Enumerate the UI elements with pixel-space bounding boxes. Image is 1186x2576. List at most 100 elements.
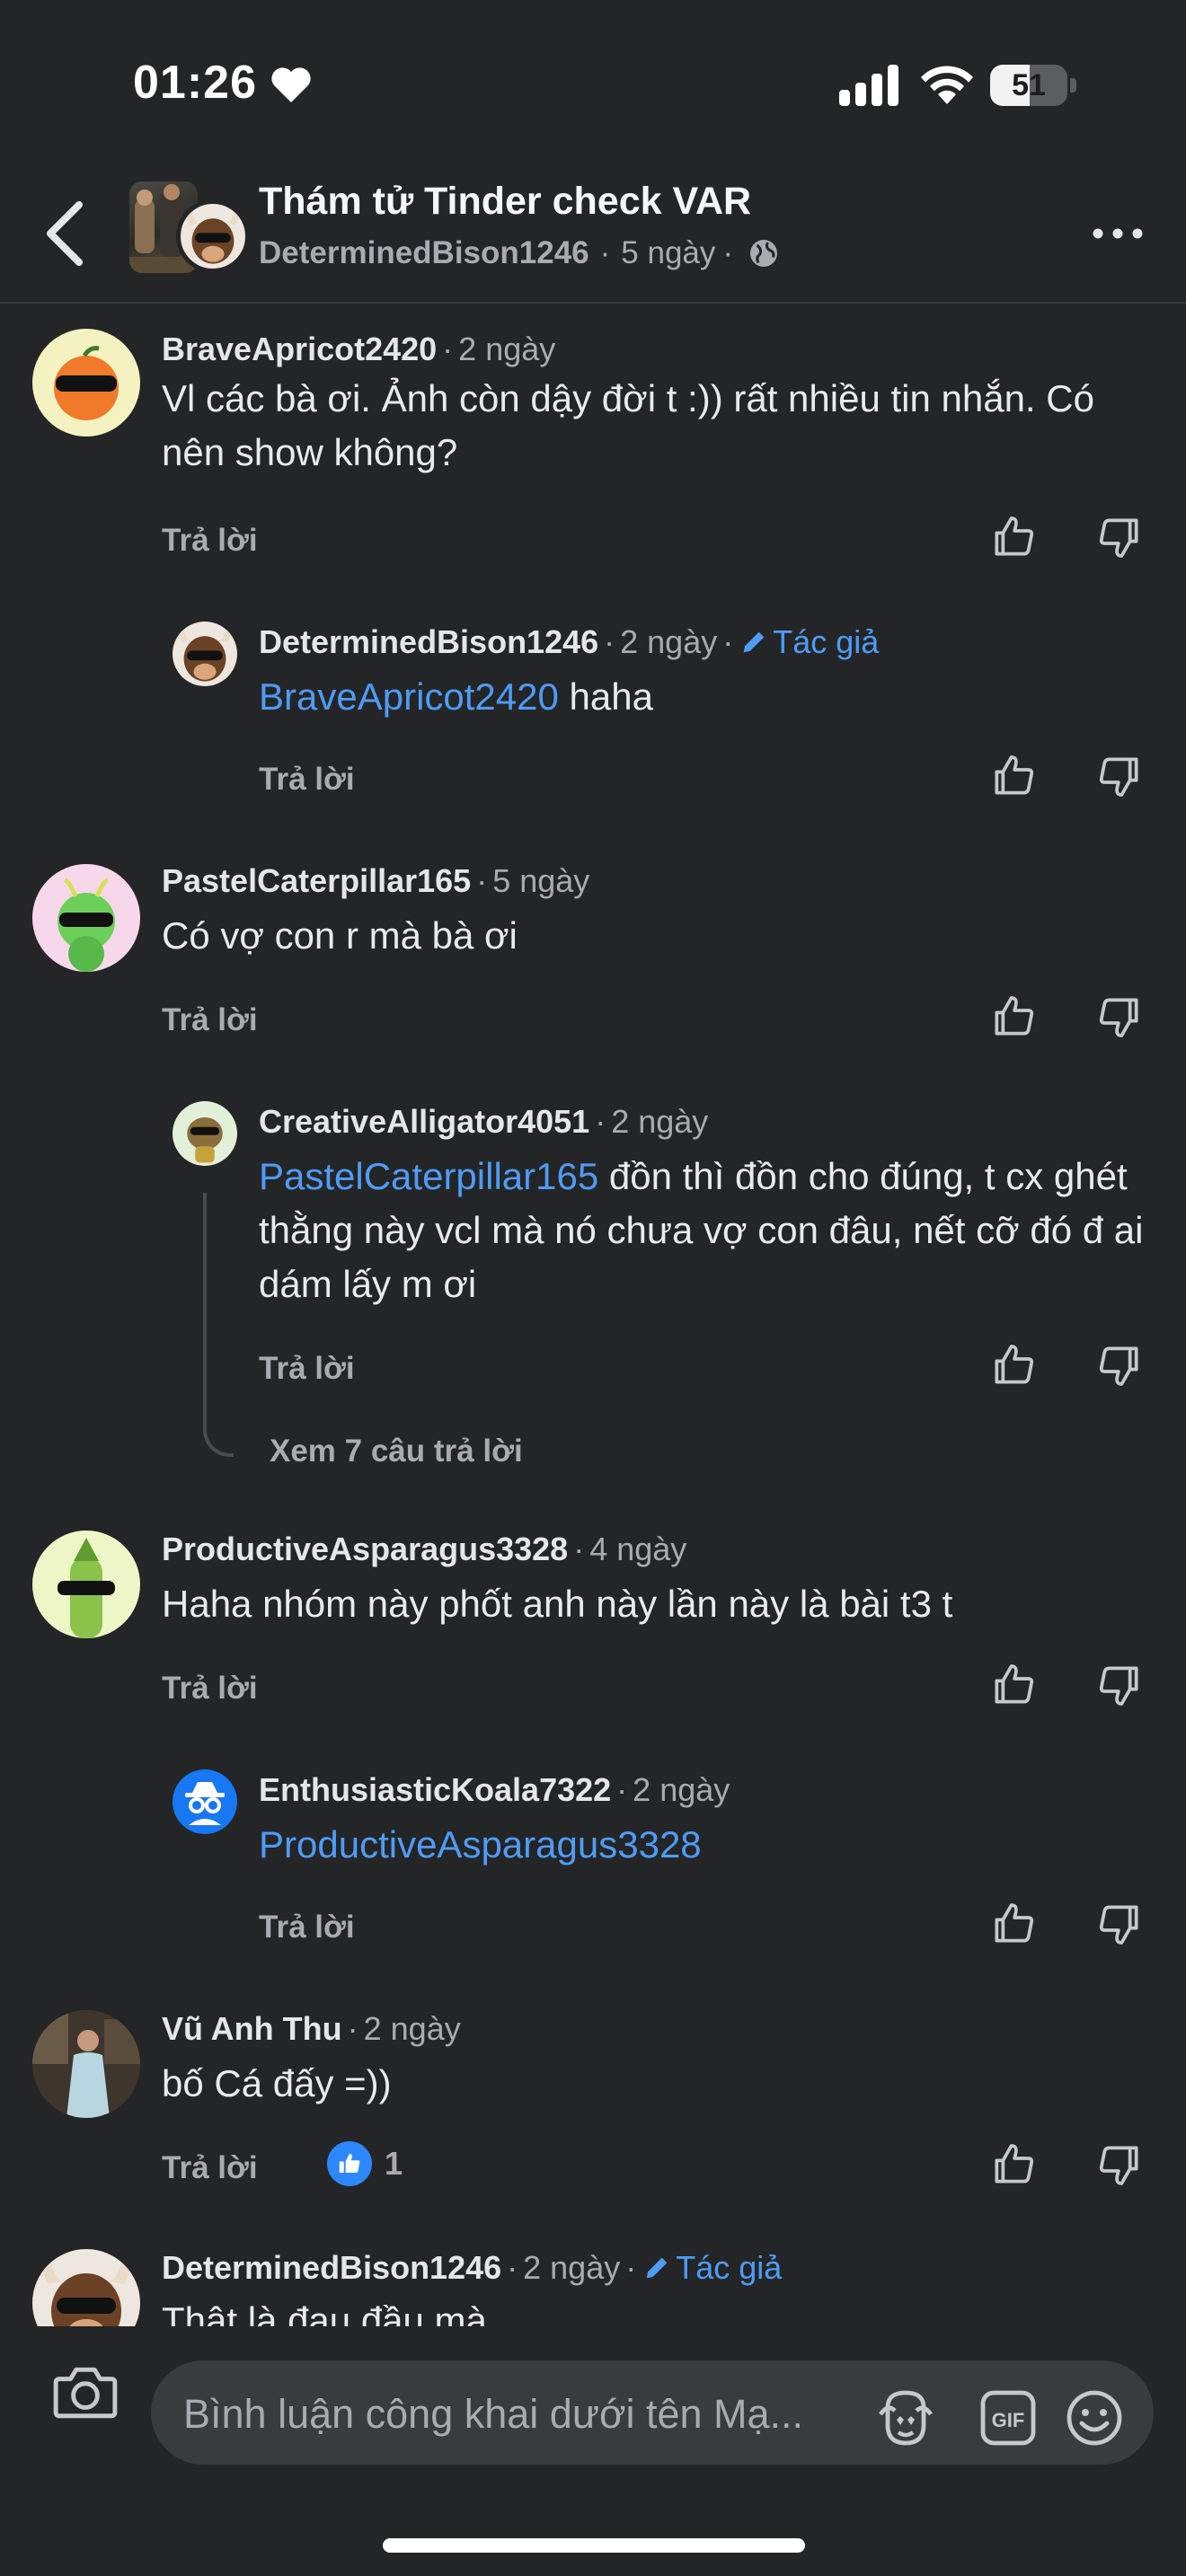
downvote-icon[interactable] <box>1094 1660 1145 1710</box>
reply-button[interactable]: Trả lời <box>259 762 355 798</box>
downvote-icon[interactable] <box>1094 2139 1145 2190</box>
comment-input[interactable]: Bình luận công khai dưới tên Mạ... GIF <box>151 2360 1154 2465</box>
post-author[interactable]: DeterminedBison1246 <box>259 235 589 271</box>
view-more-replies[interactable]: Xem 7 câu trả lời <box>270 1434 523 1469</box>
upvote-icon[interactable] <box>988 751 1039 801</box>
comment-meta: PastelCaterpillar165 · 5 ngày <box>162 862 590 900</box>
comment-meta: Vũ Anh Thu · 2 ngày <box>162 2010 461 2048</box>
user-photo-avatar <box>32 2010 140 2118</box>
comment-age: 2 ngày <box>458 331 556 367</box>
comment-age: 5 ngày <box>492 862 590 899</box>
cellular-signal-icon <box>839 65 898 106</box>
apricot-avatar-icon <box>54 346 119 420</box>
comment-meta: CreativeAlligator4051 · 2 ngày <box>259 1103 709 1141</box>
commenter-name[interactable]: ProductiveAsparagus3328 <box>162 1531 568 1568</box>
like-count: 1 <box>385 2145 403 2182</box>
comment-meta: BraveApricot2420 · 2 ngày <box>162 331 556 368</box>
avatar[interactable] <box>32 1531 140 1638</box>
svg-text:GIF: GIF <box>992 2409 1025 2431</box>
avatar[interactable] <box>32 864 140 972</box>
commenter-name[interactable]: CreativeAlligator4051 <box>259 1103 589 1141</box>
comment-age: 2 ngày <box>633 1771 730 1808</box>
group-avatar[interactable] <box>129 176 250 282</box>
comment-meta: DeterminedBison1246 · 2 ngày · Tác giả <box>259 623 880 661</box>
emoji-icon[interactable] <box>1062 2386 1127 2450</box>
commenter-name[interactable]: DeterminedBison1246 <box>259 623 598 661</box>
status-time: 01:26 <box>133 57 257 109</box>
comment-meta: DeterminedBison1246 · 2 ngày · Tác giả <box>162 2249 783 2287</box>
commenter-name[interactable]: Vũ Anh Thu <box>162 2010 342 2048</box>
back-arrow-icon[interactable] <box>36 198 93 269</box>
upvote-icon[interactable] <box>988 992 1039 1042</box>
upvote-icon[interactable] <box>988 1340 1039 1390</box>
home-indicator[interactable] <box>383 2538 805 2553</box>
camera-icon[interactable] <box>52 2362 119 2422</box>
gif-icon[interactable]: GIF <box>976 2386 1040 2450</box>
avatar[interactable] <box>32 329 140 437</box>
reply-comment: DeterminedBison1246 · 2 ngày · Tác giả B… <box>0 611 1186 817</box>
comment-text: ProductiveAsparagus3328 <box>259 1818 1139 1872</box>
comment-meta: ProductiveAsparagus3328 · 4 ngày <box>162 1531 687 1568</box>
comment-text: Vl các bà ơi. Ảnh còn dậy đời t :)) rất … <box>162 377 1094 473</box>
comment: Vũ Anh Thu · 2 ngày bố Cá đấy =)) Trả lờ… <box>0 2005 1186 2202</box>
avatar[interactable] <box>32 2010 140 2118</box>
avatar[interactable] <box>173 1101 237 1166</box>
reply-comment: EnthusiasticKoala7322 · 2 ngày Productiv… <box>0 1762 1186 1960</box>
pencil-icon <box>743 631 765 653</box>
comment-age: 2 ngày <box>611 1103 709 1140</box>
asparagus-avatar-icon <box>58 1538 115 1638</box>
commenter-name[interactable]: PastelCaterpillar165 <box>162 862 471 900</box>
reply-button[interactable]: Trả lời <box>162 2150 258 2186</box>
author-badge: Tác giả <box>642 2249 782 2287</box>
mention-link[interactable]: BraveApricot2420 <box>259 675 559 718</box>
reaction-count[interactable]: 1 <box>327 2141 403 2186</box>
comment-composer: Bình luận công khai dưới tên Mạ... GIF <box>0 2326 1186 2465</box>
upvote-icon[interactable] <box>988 512 1039 562</box>
downvote-icon[interactable] <box>1094 512 1145 562</box>
mention-link[interactable]: ProductiveAsparagus3328 <box>259 1823 702 1866</box>
avatar[interactable] <box>32 2249 140 2326</box>
reply-button[interactable]: Trả lời <box>259 1910 355 1945</box>
post-age: 5 ngày <box>621 235 716 270</box>
comment-meta: EnthusiasticKoala7322 · 2 ngày <box>259 1771 730 1809</box>
post-header: Thám tử Tinder check VAR DeterminedBison… <box>0 162 1186 304</box>
downvote-icon[interactable] <box>1094 751 1145 801</box>
upvote-icon[interactable] <box>988 1660 1039 1710</box>
comment-age: 4 ngày <box>589 1531 687 1567</box>
comment-text: Haha nhóm này phốt anh này lần này là bà… <box>162 1583 953 1625</box>
thread-line <box>203 1193 234 1457</box>
commenter-name[interactable]: BraveApricot2420 <box>162 331 437 368</box>
wifi-icon <box>921 66 973 104</box>
reply-button[interactable]: Trả lời <box>162 523 258 559</box>
battery-indicator: 51 <box>990 65 1076 106</box>
reply-button[interactable]: Trả lời <box>162 1002 258 1038</box>
downvote-icon[interactable] <box>1094 992 1145 1042</box>
mention-link[interactable]: PastelCaterpillar165 <box>259 1155 598 1197</box>
upvote-icon[interactable] <box>988 1899 1039 1949</box>
downvote-icon[interactable] <box>1094 1340 1145 1390</box>
more-options-icon[interactable] <box>1091 223 1145 244</box>
reply-button[interactable]: Trả lời <box>162 1671 258 1707</box>
commenter-name[interactable]: EnthusiasticKoala7322 <box>259 1771 611 1809</box>
comment-text: Thật là đau đầu mà <box>162 2299 487 2326</box>
comment-text: Có vợ con r mà bà ơi <box>162 914 518 957</box>
caterpillar-avatar-icon <box>58 878 115 972</box>
reply-button[interactable]: Trả lời <box>259 1351 355 1387</box>
comment: PastelCaterpillar165 · 5 ngày Có vợ con … <box>0 857 1186 1054</box>
commenter-name[interactable]: DeterminedBison1246 <box>162 2249 501 2287</box>
comment-age: 2 ngày <box>620 623 718 660</box>
avatar-sticker-icon[interactable] <box>873 2386 938 2450</box>
reply-comment: CreativeAlligator4051 · 2 ngày PastelCat… <box>0 1096 1186 1473</box>
comment-text: BraveApricot2420 haha <box>259 675 653 718</box>
avatar[interactable] <box>173 622 237 686</box>
separator-dot: · <box>599 235 611 270</box>
avatar[interactable] <box>173 1769 237 1834</box>
downvote-icon[interactable] <box>1094 1899 1145 1949</box>
post-title[interactable]: Thám tử Tinder check VAR <box>259 180 751 224</box>
heart-icon <box>271 67 311 102</box>
anonymous-user-icon <box>185 1782 225 1825</box>
bison-avatar-icon <box>176 199 250 273</box>
upvote-icon[interactable] <box>988 2139 1039 2190</box>
separator-dot: · <box>722 235 734 270</box>
comment-age: 2 ngày <box>523 2249 621 2286</box>
